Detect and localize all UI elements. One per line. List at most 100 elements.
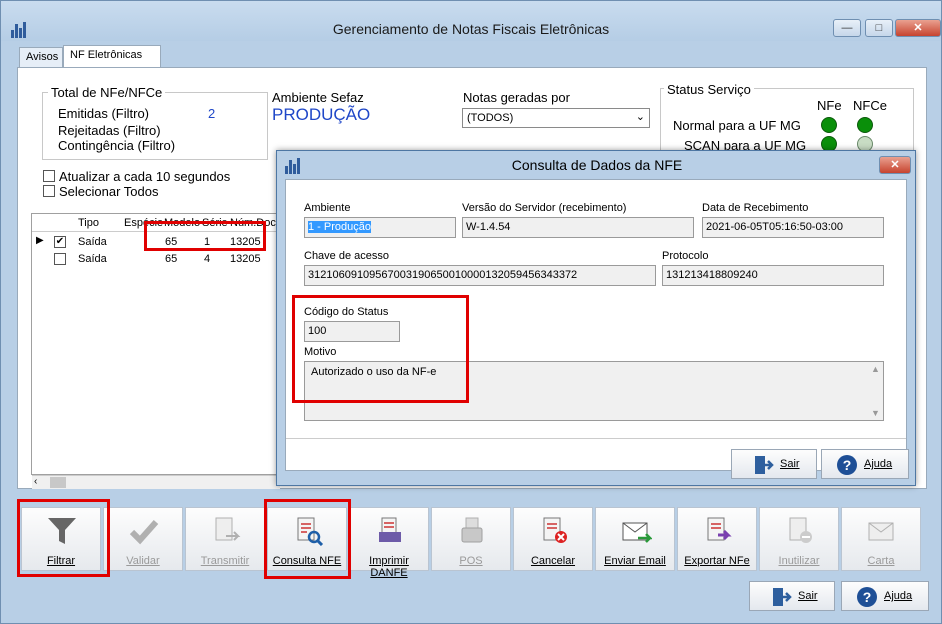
check-icon — [129, 520, 159, 545]
svg-text:?: ? — [843, 457, 852, 473]
letter-icon — [868, 522, 894, 541]
toolbar: Filtrar Validar Transmitir Consulta NFE … — [17, 501, 927, 579]
tab-avisos[interactable]: Avisos — [19, 47, 63, 67]
status-normal-nfce-icon — [857, 117, 873, 133]
status-row-normal: Normal para a UF MG — [673, 118, 801, 133]
ajuda-label: Ajuda — [884, 590, 913, 602]
status-highlight — [292, 295, 469, 403]
row-tipo: Saída — [78, 236, 107, 248]
dialog-title: Consulta de Dados da NFE — [511, 157, 683, 173]
notas-geradas-label: Notas geradas por — [463, 90, 570, 105]
grid-header-tipo[interactable]: Tipo — [78, 217, 99, 229]
dialog-ajuda-label: Ajuda — [864, 458, 893, 470]
minimize-button[interactable]: — — [833, 19, 861, 37]
pos-printer-icon — [461, 517, 483, 543]
validar-button[interactable]: Validar — [103, 507, 183, 571]
versao-label: Versão do Servidor (recebimento) — [462, 202, 627, 214]
chave-field[interactable]: 3121060910956700319065001000013205945634… — [304, 265, 656, 286]
dialog-sair-label: Sair — [780, 458, 800, 470]
ambiente-field-label: Ambiente — [304, 202, 351, 214]
sair-button[interactable]: Sair — [749, 581, 835, 611]
row-numero: 13205 — [230, 253, 261, 265]
row-indicator-icon: ▶ — [36, 235, 44, 246]
row-serie: 4 — [204, 253, 211, 265]
imprimir-danfe-button[interactable]: Imprimir DANFE — [349, 507, 429, 579]
enviar-email-button[interactable]: Enviar Email — [595, 507, 675, 571]
close-button[interactable]: ✕ — [895, 19, 941, 37]
data-value: 2021-06-05T05:16:50-03:00 — [706, 221, 843, 233]
protocolo-field[interactable]: 131213418809240 — [662, 265, 884, 286]
tab-bar: Avisos NF Eletrônicas — [17, 45, 927, 67]
totals-title: Total de NFe/NFCe — [48, 85, 166, 100]
pos-button[interactable]: POS — [431, 507, 511, 571]
status-title: Status Serviço — [664, 82, 754, 97]
exit-icon — [755, 456, 774, 474]
row-checkbox[interactable]: ✔ — [54, 236, 66, 248]
notas-geradas-value: (TODOS) — [467, 112, 514, 124]
protocolo-label: Protocolo — [662, 250, 709, 262]
chave-label: Chave de acesso — [304, 250, 389, 262]
document-send-icon — [215, 517, 241, 541]
ajuda-button[interactable]: ? Ajuda — [841, 581, 929, 611]
help-icon: ? — [857, 587, 877, 607]
emitidas-value: 2 — [208, 106, 216, 121]
ambiente-field-value: 1 - Produção — [308, 221, 371, 233]
exit-icon — [773, 588, 792, 606]
dialog-divider — [286, 438, 906, 439]
dialog-ajuda-button[interactable]: ? Ajuda — [821, 449, 909, 479]
versao-field[interactable]: W-1.4.54 — [462, 217, 694, 238]
scroll-down-icon[interactable]: ▼ — [871, 408, 880, 418]
status-col-nfce: NFCe — [853, 98, 887, 113]
notas-geradas-select[interactable]: (TODOS) ⌄ — [462, 108, 650, 128]
scroll-thumb[interactable] — [50, 477, 66, 488]
versao-value: W-1.4.54 — [466, 221, 511, 233]
transmitir-button[interactable]: Transmitir — [185, 507, 265, 571]
row-checkbox[interactable] — [54, 253, 66, 265]
atualizar-checkbox[interactable] — [43, 170, 55, 182]
emitidas-label: Emitidas (Filtro) — [58, 106, 150, 121]
document-export-icon — [707, 517, 732, 541]
grid-hscrollbar[interactable]: ‹ — [32, 475, 280, 489]
atualizar-label: Atualizar a cada 10 segundos — [59, 169, 231, 184]
cancelar-button[interactable]: Cancelar — [513, 507, 593, 571]
data-label: Data de Recebimento — [702, 202, 809, 214]
ambiente-field[interactable]: 1 - Produção — [304, 217, 456, 238]
grid-highlight — [144, 221, 266, 251]
status-normal-nfe-icon — [821, 117, 837, 133]
carta-button[interactable]: Carta — [841, 507, 921, 571]
sair-label: Sair — [798, 590, 818, 602]
selecionar-todos-checkbox[interactable] — [43, 185, 55, 197]
motivo-scrollbar[interactable]: ▲ ▼ — [867, 362, 883, 420]
row-modelo: 65 — [165, 253, 178, 265]
tab-nf-eletronicas[interactable]: NF Eletrônicas — [63, 45, 161, 67]
data-field[interactable]: 2021-06-05T05:16:50-03:00 — [702, 217, 884, 238]
dialog-sair-button[interactable]: Sair — [731, 449, 817, 479]
selecionar-todos-label: Selecionar Todos — [59, 184, 159, 199]
table-row[interactable]: Saída 65 4 13205 — [32, 251, 280, 267]
notes-grid[interactable]: Tipo Espécie Modelo Série Núm.Doc. ▶ ✔ S… — [31, 213, 281, 475]
document-cancel-icon — [543, 517, 567, 543]
document-block-icon — [789, 517, 812, 543]
ambiente-label: Ambiente Sefaz — [272, 90, 364, 105]
filtrar-highlight — [17, 499, 110, 577]
chave-value: 3121060910956700319065001000013205945634… — [308, 269, 578, 281]
help-icon: ? — [837, 455, 857, 475]
row-tipo: Saída — [78, 253, 107, 265]
status-col-nfe: NFe — [817, 98, 842, 113]
exportar-nfe-button[interactable]: Exportar NFe — [677, 507, 757, 571]
email-send-icon — [622, 522, 652, 543]
consulta-highlight — [264, 499, 351, 579]
protocolo-value: 131213418809240 — [666, 269, 758, 281]
window-title: Gerenciamento de Notas Fiscais Eletrônic… — [332, 21, 610, 37]
consulta-dialog: Consulta de Dados da NFE ✕ Ambiente 1 - … — [276, 150, 916, 486]
scroll-up-icon[interactable]: ▲ — [871, 364, 880, 374]
svg-text:?: ? — [863, 589, 872, 605]
rejeitadas-label: Rejeitadas (Filtro) — [58, 123, 161, 138]
maximize-button[interactable]: □ — [865, 19, 893, 37]
printer-icon — [379, 517, 401, 542]
dialog-close-button[interactable]: ✕ — [879, 156, 911, 174]
inutilizar-button[interactable]: Inutilizar — [759, 507, 839, 571]
contingencia-label: Contingência (Filtro) — [58, 138, 176, 153]
chevron-down-icon: ⌄ — [635, 111, 645, 123]
scroll-left-icon[interactable]: ‹ — [34, 476, 37, 487]
